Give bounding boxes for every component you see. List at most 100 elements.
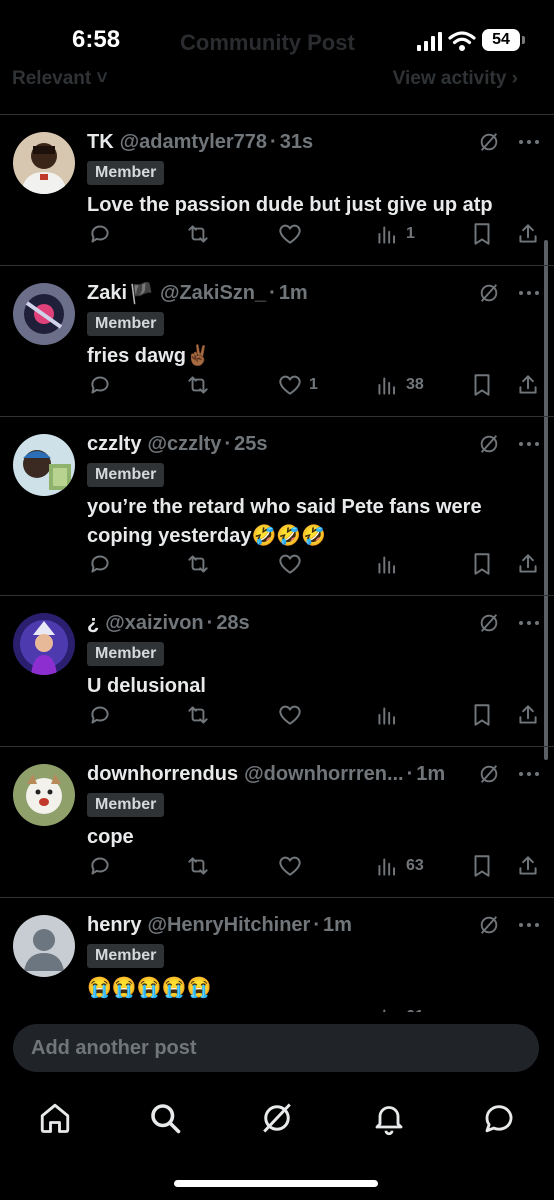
reply-button[interactable] (87, 853, 113, 879)
messages-icon[interactable] (481, 1100, 517, 1136)
share-icon (519, 705, 537, 724)
bookmark-icon (474, 374, 490, 396)
separator-dot: · (313, 913, 321, 936)
grok-icon[interactable] (478, 131, 500, 153)
avatar[interactable] (13, 764, 75, 826)
post[interactable]: ¿ @xaizivon · 28s Member U delusional (0, 595, 554, 746)
view-count: 63 (406, 857, 424, 874)
like-button[interactable] (277, 221, 309, 247)
notifications-icon[interactable] (371, 1100, 407, 1136)
bookmark-button[interactable] (469, 853, 495, 879)
grok-icon[interactable] (478, 914, 500, 936)
views-icon (378, 858, 396, 876)
share-button[interactable] (515, 551, 541, 577)
bookmark-button[interactable] (469, 372, 495, 398)
avatar[interactable] (13, 613, 75, 675)
separator-dot: · (206, 611, 214, 634)
post[interactable]: downhorrendus @downhorrren... · 1m Membe… (0, 746, 554, 897)
views-button[interactable] (374, 551, 406, 577)
bookmark-button[interactable] (469, 551, 495, 577)
display-name[interactable]: henry (87, 914, 141, 937)
like-button[interactable]: 1 (277, 372, 318, 398)
reply-button[interactable] (87, 221, 113, 247)
bookmark-button[interactable] (469, 221, 495, 247)
like-button[interactable] (277, 551, 309, 577)
bookmark-icon (474, 704, 490, 726)
avatar[interactable] (13, 132, 75, 194)
repost-icon (188, 376, 208, 394)
share-button[interactable] (515, 853, 541, 879)
display-name[interactable]: downhorrendus (87, 763, 238, 786)
member-badge: Member (87, 642, 165, 666)
repost-button[interactable] (185, 702, 211, 728)
views-button[interactable]: 38 (374, 372, 424, 398)
views-button[interactable]: 1 (374, 221, 415, 247)
reply-button[interactable] (87, 702, 113, 728)
user-handle[interactable]: @adamtyler778 (120, 131, 267, 154)
display-name[interactable]: czzlty (87, 433, 141, 456)
separator-dot: · (224, 432, 232, 455)
user-handle[interactable]: @ZakiSzn_ (160, 282, 266, 305)
reply-icon (91, 706, 109, 724)
display-name[interactable]: Zaki (87, 282, 127, 305)
user-handle[interactable]: @HenryHitchiner (147, 914, 310, 937)
post-age: 1m (278, 281, 308, 304)
status-bar: Community Post 6:58 54 Relevant ˅ View a… (0, 0, 554, 89)
reply-button[interactable] (87, 372, 113, 398)
share-button[interactable] (515, 221, 541, 247)
share-button[interactable] (515, 372, 541, 398)
share-icon (519, 856, 537, 875)
user-handle[interactable]: @downhorrren... (244, 763, 404, 786)
more-options-icon[interactable] (518, 139, 540, 145)
grok-icon[interactable] (478, 763, 500, 785)
like-button[interactable] (277, 853, 309, 879)
repost-button[interactable] (185, 853, 211, 879)
grok-icon[interactable] (259, 1100, 295, 1136)
avatar[interactable] (13, 434, 75, 496)
post[interactable]: TK @adamtyler778 · 31s Member Love the p… (0, 114, 554, 265)
display-name[interactable]: ¿ (87, 612, 99, 635)
views-button[interactable] (374, 702, 406, 728)
member-badge: Member (87, 944, 165, 968)
separator-dot: · (406, 762, 414, 785)
views-button[interactable]: 63 (374, 853, 424, 879)
action-bar: 1 (0, 215, 554, 263)
display-name-emoji: 🏴 (129, 282, 154, 305)
reply-button[interactable] (87, 551, 113, 577)
home-icon[interactable] (37, 1100, 73, 1136)
avatar[interactable] (13, 915, 75, 977)
heart-icon (279, 375, 301, 395)
member-badge: Member (87, 161, 165, 185)
post[interactable]: Zaki 🏴 @ZakiSzn_ · 1m Member fries dawg✌… (0, 265, 554, 416)
grok-icon[interactable] (478, 612, 500, 634)
repost-icon (188, 555, 208, 573)
separator-dot: · (270, 130, 277, 153)
avatar[interactable] (13, 283, 75, 345)
more-options-icon[interactable] (518, 290, 540, 296)
display-name[interactable]: TK (87, 131, 114, 154)
repost-icon (188, 225, 208, 243)
share-button[interactable] (515, 702, 541, 728)
more-options-icon[interactable] (518, 441, 540, 447)
more-options-icon[interactable] (518, 771, 540, 777)
views-icon (378, 707, 396, 725)
user-handle[interactable]: @xaizivon (105, 612, 203, 635)
repost-button[interactable] (185, 551, 211, 577)
post[interactable]: czzlty @czzlty · 25s Member you’re the r… (0, 416, 554, 595)
repost-button[interactable] (185, 221, 211, 247)
grok-icon[interactable] (478, 282, 500, 304)
user-handle[interactable]: @czzlty (147, 433, 221, 456)
more-options-icon[interactable] (518, 922, 540, 928)
like-button[interactable] (277, 702, 309, 728)
repost-button[interactable] (185, 372, 211, 398)
more-options-icon[interactable] (518, 620, 540, 626)
post-text: you’re the retard who said Pete fans wer… (87, 496, 482, 547)
add-post-input[interactable]: Add another post (13, 1024, 539, 1072)
search-icon[interactable] (147, 1100, 183, 1136)
view-activity-link[interactable]: View activity › (393, 68, 518, 90)
grok-icon[interactable] (478, 433, 500, 455)
sort-dropdown[interactable]: Relevant ˅ (12, 68, 108, 90)
bookmark-button[interactable] (469, 702, 495, 728)
like-count: 1 (309, 376, 318, 393)
home-indicator (174, 1180, 378, 1187)
